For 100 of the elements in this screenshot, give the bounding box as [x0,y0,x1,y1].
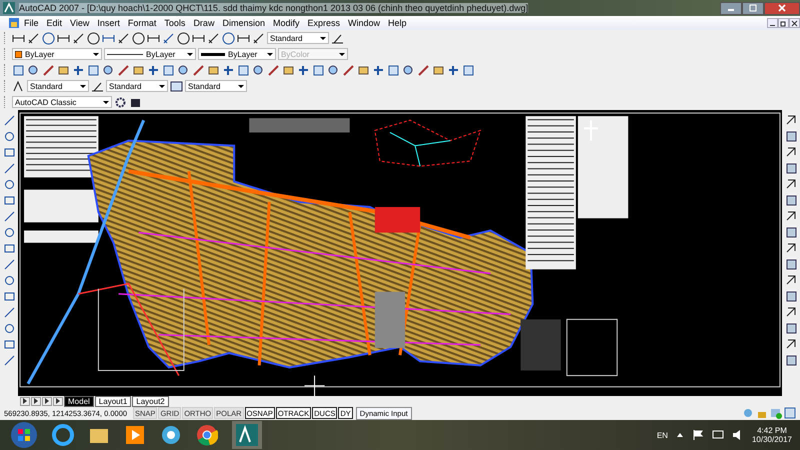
browser-icon[interactable] [52,424,74,446]
draw-tool-icon[interactable] [2,338,16,351]
tab-scroll-button[interactable] [53,396,63,406]
modify-tool-icon[interactable] [784,146,798,159]
tab-scroll-button[interactable] [20,396,30,406]
draw-tool-icon[interactable] [2,354,16,367]
dim-style-dropdown[interactable]: Standard [106,80,168,92]
tool-icon[interactable] [327,64,340,76]
show-hidden-icons-icon[interactable] [676,431,684,439]
tool-icon[interactable] [222,64,235,76]
draw-tool-icon[interactable] [2,322,16,335]
menu-item[interactable]: Dimension [218,18,269,28]
close-button[interactable] [789,18,800,28]
start-orb-icon[interactable] [10,421,38,449]
tool-icon[interactable] [207,32,220,44]
tool-icon[interactable] [387,64,400,76]
taskbar-button[interactable] [232,421,262,449]
flag-icon[interactable] [692,429,704,441]
tray-icon[interactable] [770,407,782,419]
tool-icon[interactable] [12,64,25,76]
draw-tool-icon[interactable] [2,130,16,143]
modify-tool-icon[interactable] [784,210,798,223]
table-style-icon[interactable] [170,80,183,92]
menu-item[interactable]: Window [344,18,384,28]
menu-item[interactable]: Modify [268,18,304,28]
tool-icon[interactable] [462,64,475,76]
draw-tool-icon[interactable] [2,258,16,271]
tab-scroll-button[interactable] [31,396,41,406]
tool-icon[interactable] [102,64,115,76]
modify-tool-icon[interactable] [784,338,798,351]
dimension-style-dropdown[interactable]: Standard [267,32,329,44]
tool-icon[interactable] [372,64,385,76]
tool-icon[interactable] [312,64,325,76]
tool-icon[interactable] [132,64,145,76]
tool-icon[interactable] [282,64,295,76]
restore-button[interactable] [778,18,789,28]
modify-tool-icon[interactable] [784,242,798,255]
lineweight-dropdown[interactable]: ByLayer [198,48,276,60]
tool-icon[interactable] [177,32,190,44]
close-button[interactable] [764,2,800,14]
layout-tab[interactable]: Layout1 [94,396,132,406]
layout-tab[interactable]: Layout2 [132,396,169,406]
tool-icon[interactable] [177,64,190,76]
tool-icon[interactable] [162,64,175,76]
text-style-icon[interactable] [12,80,25,92]
minimize-button[interactable] [767,18,778,28]
tool-icon[interactable] [237,64,250,76]
modify-tool-icon[interactable] [784,290,798,303]
draw-tool-icon[interactable] [2,274,16,287]
tool-icon[interactable] [402,64,415,76]
tool-icon[interactable] [132,32,145,44]
menu-item[interactable]: Edit [42,18,66,28]
tool-icon[interactable] [87,64,100,76]
draw-tool-icon[interactable] [2,114,16,127]
modify-tool-icon[interactable] [784,274,798,287]
language-indicator[interactable]: EN [656,430,668,440]
modify-tool-icon[interactable] [784,162,798,175]
clock-time[interactable]: 4:42 PM [757,426,787,435]
tool-icon[interactable] [252,32,265,44]
draw-tool-icon[interactable] [2,194,16,207]
minimize-button[interactable] [720,2,742,14]
modify-tool-icon[interactable] [784,226,798,239]
tool-icon[interactable] [27,64,40,76]
eye-icon[interactable] [160,424,182,446]
tool-icon[interactable] [57,64,70,76]
draw-tool-icon[interactable] [2,178,16,191]
tool-icon[interactable] [432,64,445,76]
linetype-dropdown[interactable]: ByLayer [104,48,196,60]
tab-scroll-button[interactable] [42,396,52,406]
text-style-dropdown[interactable]: Standard [27,80,89,92]
menu-item[interactable]: Express [304,18,344,28]
clock-date[interactable]: 10/30/2017 [752,435,792,444]
maximize-button[interactable] [742,2,764,14]
modify-tool-icon[interactable] [784,194,798,207]
menu-item[interactable]: Help [384,18,411,28]
tool-icon[interactable] [207,64,220,76]
color-dropdown[interactable]: ByLayer [12,48,102,60]
draw-tool-icon[interactable] [2,306,16,319]
tool-icon[interactable] [87,32,100,44]
gear-icon[interactable] [114,96,127,108]
draw-tool-icon[interactable] [2,210,16,223]
draw-tool-icon[interactable] [2,226,16,239]
tool-icon[interactable] [147,64,160,76]
modify-tool-icon[interactable] [784,114,798,127]
draw-tool-icon[interactable] [2,146,16,159]
tool-icon[interactable] [27,32,40,44]
table-style-dropdown[interactable]: Standard [185,80,247,92]
menu-item[interactable]: Insert [93,18,124,28]
modify-tool-icon[interactable] [784,322,798,335]
tool-icon[interactable] [42,32,55,44]
tool-icon[interactable] [72,64,85,76]
modify-tool-icon[interactable] [784,130,798,143]
tool-icon[interactable] [447,64,460,76]
menu-item[interactable]: Tools [160,18,190,28]
tool-icon[interactable] [252,64,265,76]
network-icon[interactable] [712,429,724,441]
tool-icon[interactable] [117,32,130,44]
tool-icon[interactable] [357,64,370,76]
menu-item[interactable]: Format [124,18,160,28]
draw-tool-icon[interactable] [2,242,16,255]
